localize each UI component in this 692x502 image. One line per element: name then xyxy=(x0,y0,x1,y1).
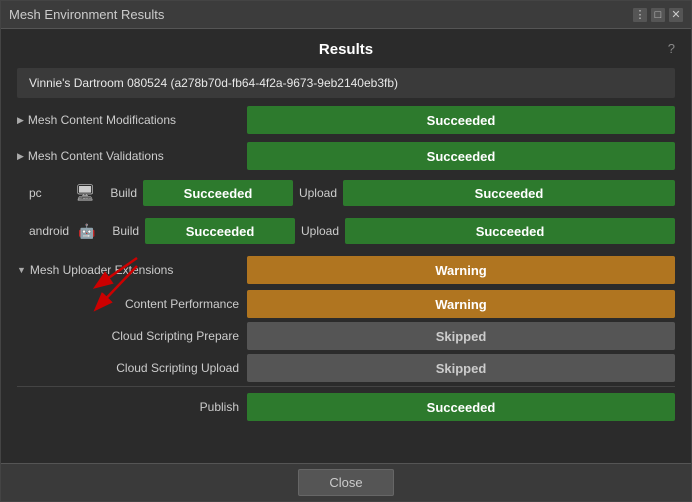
more-options-button[interactable]: ⋮ xyxy=(633,8,647,22)
pc-icon: 🖥 xyxy=(67,183,103,203)
mesh-content-modifications-row: ▶ Mesh Content Modifications Succeeded xyxy=(17,104,675,136)
pc-build-status: Succeeded xyxy=(143,180,293,206)
android-label: android xyxy=(17,224,69,238)
android-upload-status: Succeeded xyxy=(345,218,675,244)
pc-upload-status: Succeeded xyxy=(343,180,675,206)
environment-name: Vinnie's Dartroom 080524 (a278b70d-fb64-… xyxy=(29,76,398,90)
content-performance-status: Warning xyxy=(247,290,675,318)
publish-label: Publish xyxy=(17,400,247,414)
cloud-scripting-prepare-status: Skipped xyxy=(247,322,675,350)
pc-upload-label: Upload xyxy=(293,186,343,200)
mesh-uploader-label: ▼ Mesh Uploader Extensions xyxy=(17,263,247,277)
publish-row: Publish Succeeded xyxy=(17,393,675,421)
android-build-status: Succeeded xyxy=(145,218,295,244)
android-icon: 🤖 xyxy=(69,223,105,240)
divider xyxy=(17,386,675,387)
mesh-uploader-row: ▼ Mesh Uploader Extensions Warning xyxy=(17,254,675,286)
mesh-uploader-status: Warning xyxy=(247,256,675,284)
environment-header: Vinnie's Dartroom 080524 (a278b70d-fb64-… xyxy=(17,68,675,98)
mesh-content-modifications-label: ▶ Mesh Content Modifications xyxy=(17,113,247,127)
title-bar: Mesh Environment Results ⋮ □ ✕ xyxy=(1,1,691,29)
pc-label: pc xyxy=(17,186,67,200)
close-button[interactable]: Close xyxy=(298,469,393,496)
triangle-icon-3: ▼ xyxy=(17,265,26,275)
cloud-scripting-upload-row: Cloud Scripting Upload Skipped xyxy=(17,354,675,382)
cloud-scripting-upload-status: Skipped xyxy=(247,354,675,382)
cloud-scripting-upload-label: Cloud Scripting Upload xyxy=(17,361,247,375)
triangle-icon: ▶ xyxy=(17,115,24,126)
android-row: android 🤖 Build Succeeded Upload Succeed… xyxy=(17,214,675,248)
mesh-content-validations-row: ▶ Mesh Content Validations Succeeded xyxy=(17,140,675,172)
title-bar-left: Mesh Environment Results xyxy=(9,7,164,22)
mesh-content-modifications-status: Succeeded xyxy=(247,106,675,134)
help-icon[interactable]: ? xyxy=(668,41,675,56)
content-performance-label: Content Performance xyxy=(17,297,247,311)
pc-row: pc 🖥 Build Succeeded Upload Succeeded xyxy=(17,176,675,210)
main-window: Mesh Environment Results ⋮ □ ✕ Results ?… xyxy=(0,0,692,502)
triangle-icon-2: ▶ xyxy=(17,151,24,162)
close-window-button[interactable]: ✕ xyxy=(669,8,683,22)
title-bar-controls: ⋮ □ ✕ xyxy=(633,8,683,22)
android-build-label: Build xyxy=(105,224,145,238)
bottom-bar: Close xyxy=(1,463,691,501)
android-upload-label: Upload xyxy=(295,224,345,238)
maximize-button[interactable]: □ xyxy=(651,8,665,22)
window-title: Mesh Environment Results xyxy=(9,7,164,22)
publish-status: Succeeded xyxy=(247,393,675,421)
mesh-content-validations-status: Succeeded xyxy=(247,142,675,170)
cloud-scripting-prepare-label: Cloud Scripting Prepare xyxy=(17,329,247,343)
content-performance-row: Content Performance Warning xyxy=(17,290,675,318)
cloud-scripting-prepare-row: Cloud Scripting Prepare Skipped xyxy=(17,322,675,350)
results-title: Results xyxy=(319,41,373,58)
pc-build-label: Build xyxy=(103,186,143,200)
mesh-content-validations-label: ▶ Mesh Content Validations xyxy=(17,149,247,163)
content-area: Results ? Vinnie's Dartroom 080524 (a278… xyxy=(1,29,691,463)
